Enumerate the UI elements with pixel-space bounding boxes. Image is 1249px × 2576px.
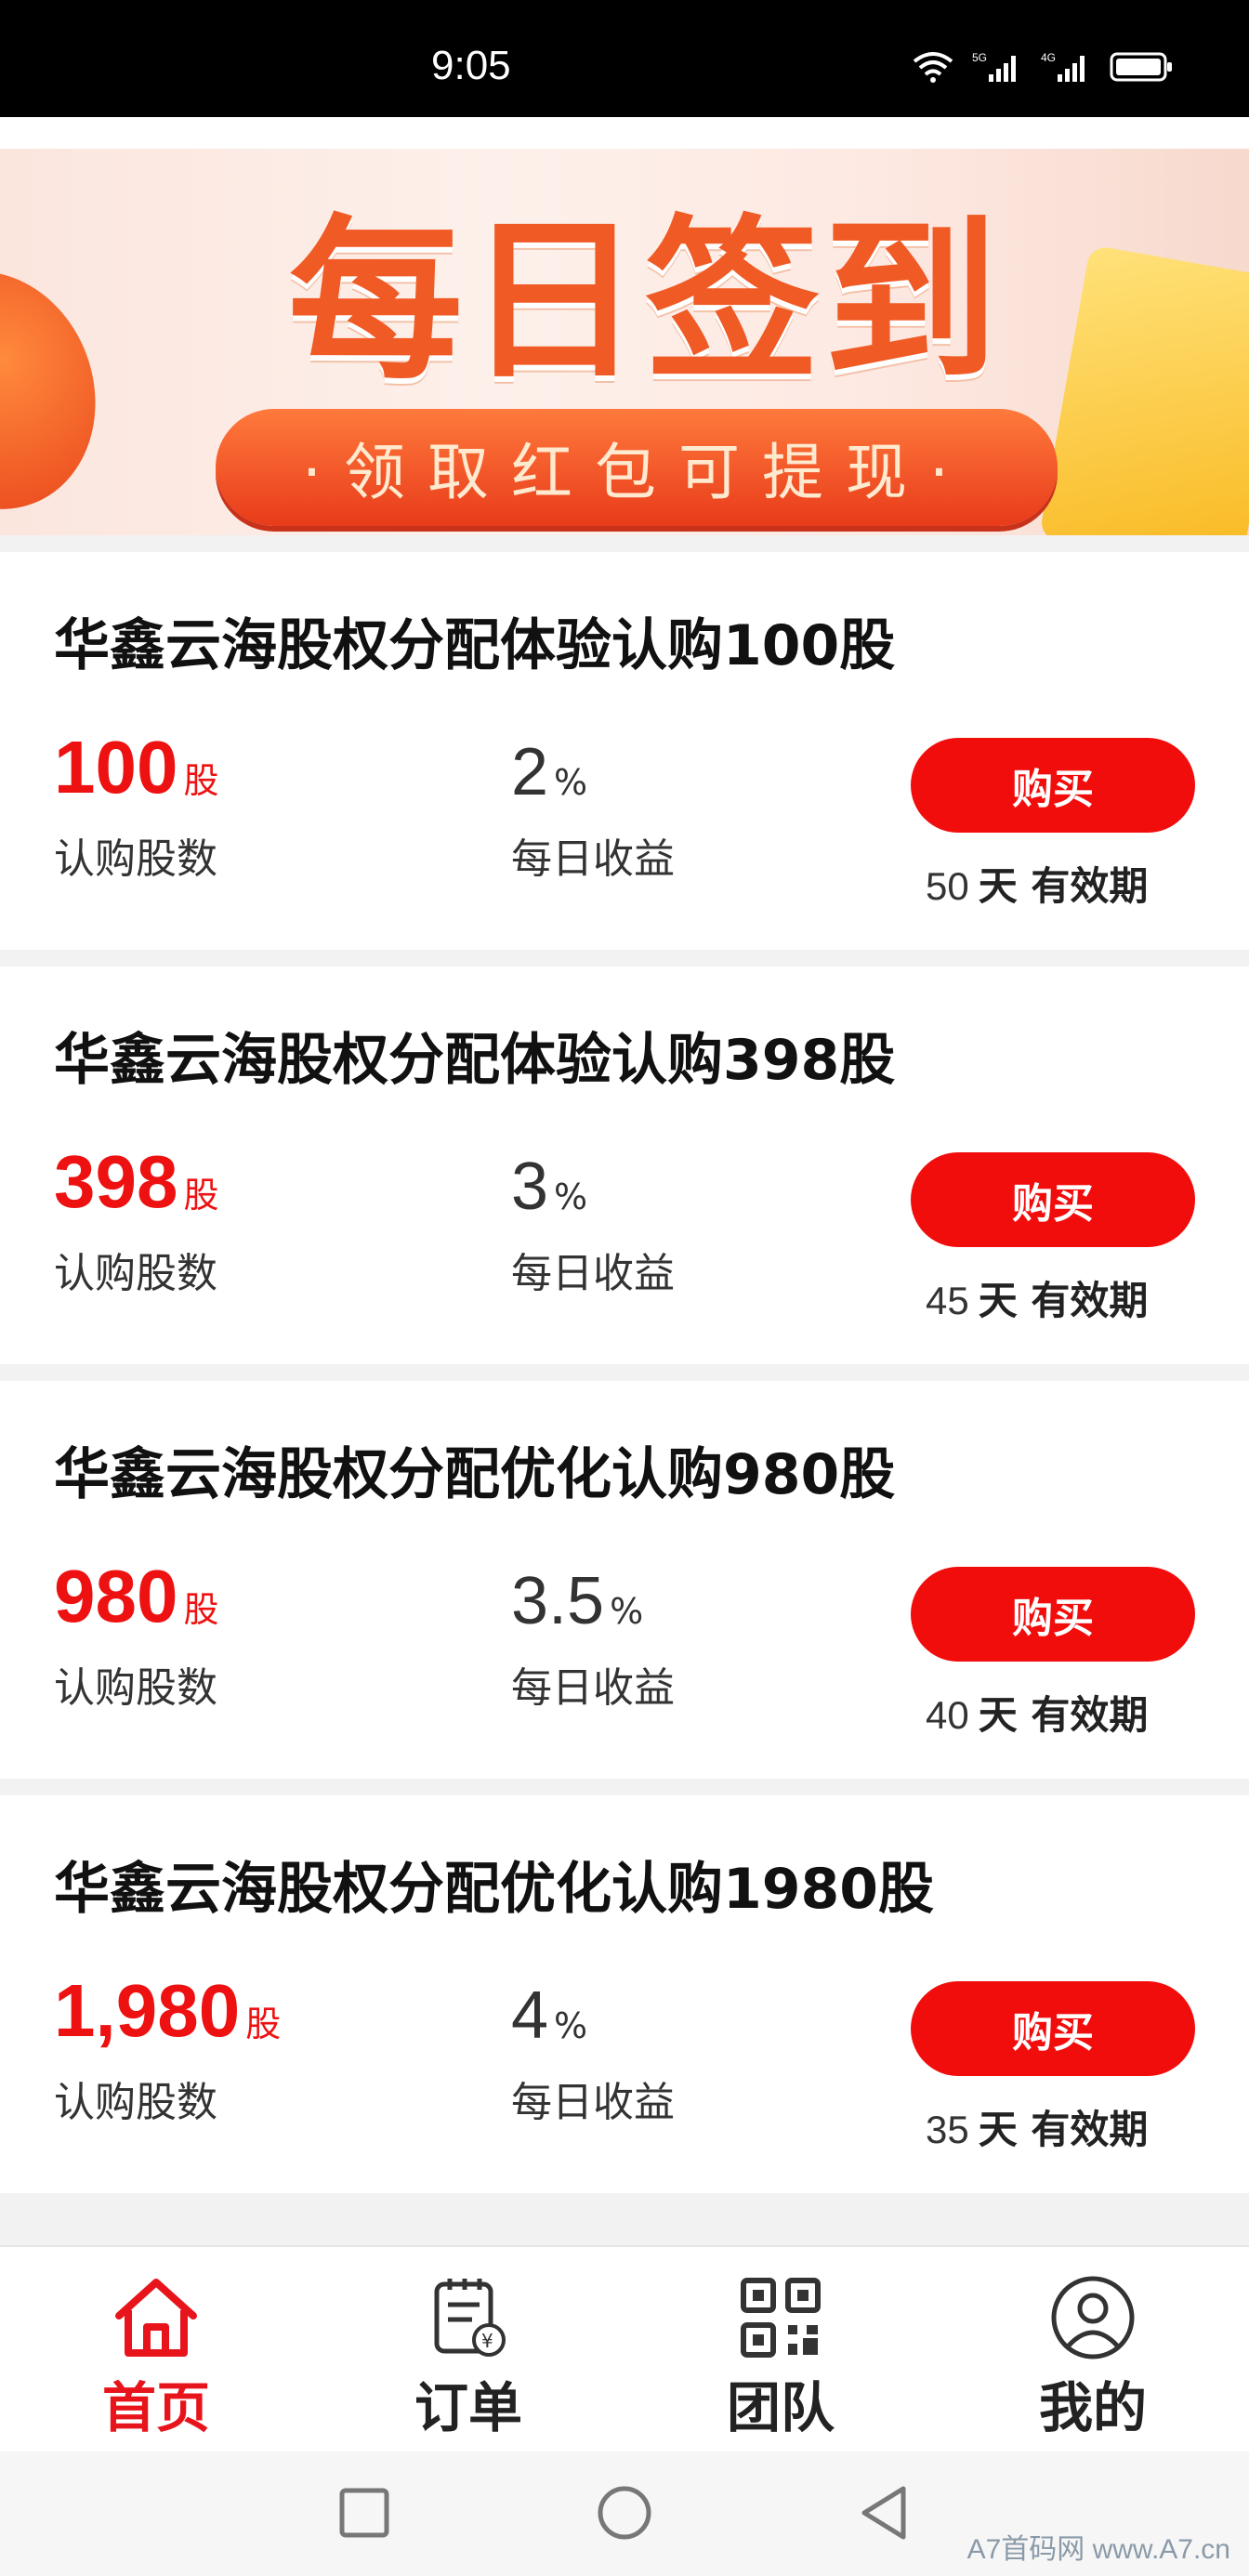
rate-value: 2 [511, 735, 549, 809]
validity-text: 天 有效期 [978, 1692, 1149, 1738]
quantity-unit: 股 [245, 2004, 282, 2044]
home-icon [115, 2279, 197, 2357]
tab-me[interactable]: 我的 [937, 2247, 1249, 2453]
quantity-unit: 股 [183, 1589, 219, 1630]
battery-icon [1110, 52, 1172, 82]
subscribe-quantity: 980 股 [54, 1554, 219, 1639]
recent-apps-icon[interactable] [338, 2487, 390, 2539]
tab-team-label: 团队 [726, 2376, 835, 2439]
qr-code-icon [741, 2278, 821, 2358]
product-title: 华鑫云海股权分配体验认购398股 [54, 1028, 896, 1093]
rate-unit: % [554, 2005, 588, 2046]
bottom-tab-bar: 首页 ¥ 订单 团队 我的 [0, 2245, 1249, 2451]
rate-unit: % [610, 1591, 644, 1632]
rate-value: 4 [511, 1978, 549, 2053]
system-nav-bar: A7首码网 www.A7.cn [0, 2451, 1249, 2576]
product-card: 华鑫云海股权分配体验认购100股 100 股 认购股数 2% 每日收益 购买 50… [0, 552, 1249, 950]
validity-period: 45 天 有效期 [926, 1269, 1148, 1326]
tab-home-label: 首页 [101, 2376, 210, 2439]
quantity-value: 980 [54, 1555, 178, 1637]
product-card: 华鑫云海股权分配优化认购980股 980 股 认购股数 3.5% 每日收益 购买 … [0, 1381, 1249, 1779]
tab-me-label: 我的 [1038, 2376, 1147, 2439]
product-title: 华鑫云海股权分配优化认购1980股 [54, 1857, 934, 1922]
validity-days: 45 [926, 1279, 969, 1322]
quantity-value: 1,980 [54, 1969, 241, 2052]
rate-label: 每日收益 [511, 1664, 675, 1712]
buy-button[interactable]: 购买 [911, 738, 1195, 833]
user-icon [1051, 2276, 1135, 2359]
buy-button[interactable]: 购买 [911, 1981, 1195, 2076]
status-bar: 9:05 5G 4G [0, 0, 1249, 117]
quantity-value: 100 [54, 726, 178, 808]
banner-title: 每日签到 [288, 200, 1002, 403]
daily-checkin-banner[interactable]: 每日签到 ·领取红包可提现· [0, 149, 1249, 535]
watermark: A7首码网 www.A7.cn [966, 2534, 1230, 2565]
validity-text: 天 有效期 [978, 1278, 1149, 1323]
product-title: 华鑫云海股权分配优化认购980股 [54, 1442, 896, 1507]
subscribe-quantity: 398 股 [54, 1139, 219, 1225]
signal-4g-icon: 4G [1041, 51, 1085, 82]
daily-rate: 4% [511, 1978, 587, 2054]
validity-days: 35 [926, 2108, 969, 2151]
validity-days: 50 [926, 864, 969, 908]
tab-orders[interactable]: ¥ 订单 [312, 2247, 624, 2453]
validity-text: 天 有效期 [978, 2107, 1149, 2152]
red-envelope-decoration [0, 242, 128, 535]
svg-text:¥: ¥ [481, 2330, 493, 2352]
status-icons: 5G 4G [911, 50, 1175, 84]
quantity-value: 398 [54, 1140, 178, 1223]
validity-text: 天 有效期 [978, 863, 1149, 909]
svg-text:5G: 5G [972, 51, 987, 64]
buy-button[interactable]: 购买 [911, 1152, 1195, 1247]
validity-days: 40 [926, 1693, 969, 1737]
rate-label: 每日收益 [511, 835, 675, 883]
daily-rate: 2% [511, 734, 587, 810]
quantity-label: 认购股数 [54, 2079, 217, 2126]
status-time: 9:05 [431, 43, 511, 88]
tab-team[interactable]: 团队 [624, 2247, 937, 2453]
validity-period: 35 天 有效期 [926, 2098, 1148, 2155]
product-card: 华鑫云海股权分配体验认购398股 398 股 认购股数 3% 每日收益 购买 45… [0, 966, 1249, 1364]
rate-unit: % [554, 1176, 588, 1217]
banner-subtitle: ·领取红包可提现· [302, 437, 971, 508]
quantity-unit: 股 [183, 760, 219, 801]
rate-value: 3.5 [511, 1564, 605, 1638]
rate-value: 3 [511, 1150, 549, 1224]
gold-envelope-decoration [1038, 244, 1249, 535]
signal-5g-icon: 5G [972, 51, 1016, 82]
quantity-label: 认购股数 [54, 1664, 217, 1712]
quantity-unit: 股 [183, 1175, 219, 1216]
validity-period: 50 天 有效期 [926, 855, 1148, 912]
tab-orders-label: 订单 [414, 2376, 522, 2439]
quantity-label: 认购股数 [54, 1250, 217, 1297]
back-triangle-icon[interactable] [859, 2485, 911, 2541]
daily-rate: 3% [511, 1149, 587, 1225]
svg-text:4G: 4G [1041, 51, 1056, 64]
rate-label: 每日收益 [511, 2079, 675, 2126]
rate-label: 每日收益 [511, 1250, 675, 1297]
wifi-icon [913, 52, 953, 83]
order-icon: ¥ [434, 2279, 506, 2357]
product-card: 华鑫云海股权分配优化认购1980股 1,980 股 认购股数 4% 每日收益 购买… [0, 1795, 1249, 2193]
subscribe-quantity: 1,980 股 [54, 1968, 281, 2054]
home-circle-icon[interactable] [597, 2485, 652, 2541]
tab-home[interactable]: 首页 [0, 2247, 312, 2453]
quantity-label: 认购股数 [54, 835, 217, 883]
validity-period: 40 天 有效期 [926, 1684, 1148, 1741]
subscribe-quantity: 100 股 [54, 725, 219, 810]
top-spacer [0, 117, 1249, 149]
product-title: 华鑫云海股权分配体验认购100股 [54, 613, 896, 678]
banner-subtitle-pill: ·领取红包可提现· [216, 409, 1058, 526]
buy-button[interactable]: 购买 [911, 1567, 1195, 1662]
daily-rate: 3.5% [511, 1563, 643, 1639]
rate-unit: % [554, 762, 588, 803]
